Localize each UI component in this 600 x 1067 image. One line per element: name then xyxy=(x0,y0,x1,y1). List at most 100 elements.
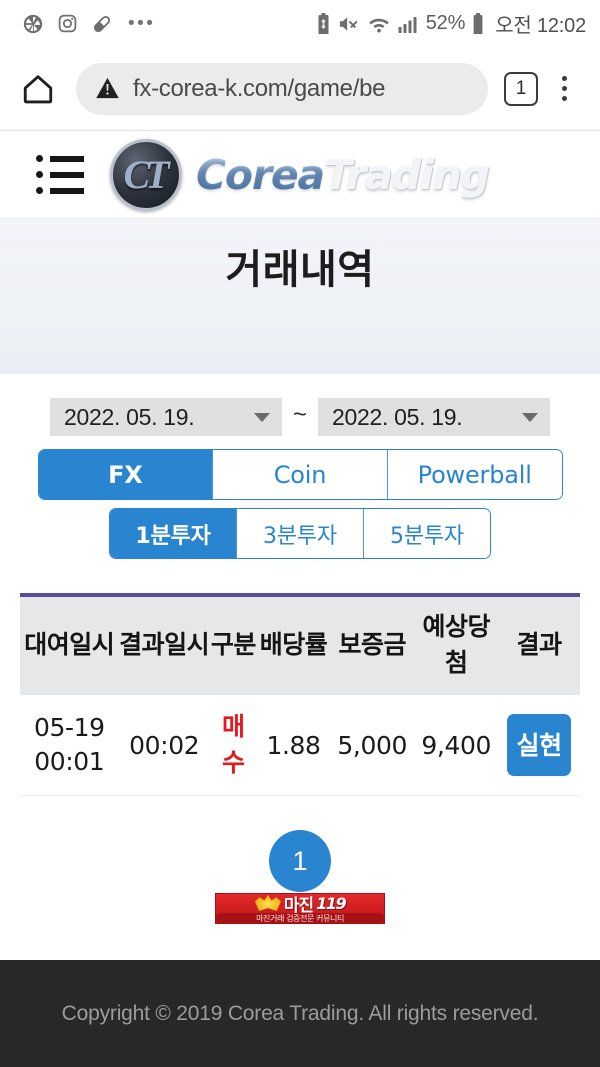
transaction-table-wrapper: 대여일시 결과일시 구분 배당률 보증금 예상당첨 결과 05-19 00:01 xyxy=(20,593,580,796)
status-clock: 오전 12:02 xyxy=(495,15,586,37)
hamburger-row xyxy=(36,187,84,194)
phone-screen: ••• 52% 오전 12:02 fx-corea-k.com/game/be … xyxy=(0,0,600,1067)
ad-tagline: 마진거래 검증전문 커뮤니티 xyxy=(216,912,384,923)
browser-menu-button[interactable] xyxy=(544,67,584,111)
cell-result: 실 현 xyxy=(498,695,580,796)
tab-5min[interactable]: 5분투자 xyxy=(364,509,490,558)
home-icon xyxy=(23,74,53,103)
table-row: 05-19 00:01 00:02 매 수 1.88 5,000 9,400 실… xyxy=(20,695,580,796)
lease-date: 05-19 xyxy=(33,713,105,742)
tab-powerball[interactable]: Powerball xyxy=(387,450,562,499)
logo-word-primary: Corea xyxy=(196,150,325,199)
hamburger-bullet xyxy=(36,155,43,162)
transaction-table: 대여일시 결과일시 구분 배당률 보증금 예상당첨 결과 05-19 00:01 xyxy=(20,593,580,796)
logo-word-secondary: Trading xyxy=(323,150,490,199)
cell-expected-win: 9,400 xyxy=(414,695,499,796)
system-status-icons: 52% 오전 12:02 xyxy=(316,9,586,38)
chevron-down-icon xyxy=(253,412,270,422)
tab-1min[interactable]: 1분투자 xyxy=(110,509,237,558)
logo-badge-icon: CT xyxy=(110,138,182,211)
pill-icon xyxy=(93,15,111,32)
site-menu-button[interactable] xyxy=(36,155,84,194)
logo-monogram: CT xyxy=(123,152,169,197)
th-lease-datetime: 대여일시 xyxy=(20,595,119,695)
tab-coin[interactable]: Coin xyxy=(213,450,388,499)
date-from-select[interactable]: 2022. 05. 19. xyxy=(49,398,282,436)
address-bar[interactable]: fx-corea-k.com/game/be xyxy=(76,62,488,115)
hamburger-bullet xyxy=(36,187,43,194)
page-number-label: 1 xyxy=(292,845,308,876)
cell-lease-datetime: 05-19 00:01 xyxy=(20,695,119,796)
camera-shutter-icon xyxy=(23,14,43,33)
browser-toolbar: fx-corea-k.com/game/be 1 xyxy=(0,47,600,131)
cell-deposit: 5,000 xyxy=(330,695,415,796)
hamburger-bar xyxy=(50,187,84,194)
page-title-band: 거래내역 xyxy=(0,219,600,374)
more-dots-icon: ••• xyxy=(128,12,156,34)
page-title: 거래내역 xyxy=(225,247,375,293)
th-expected-win: 예상당첨 xyxy=(414,595,499,695)
th-result: 결과 xyxy=(498,595,580,695)
table-header-row: 대여일시 결과일시 구분 배당률 보증금 예상당첨 결과 xyxy=(20,595,580,695)
date-from-value: 2022. 05. 19. xyxy=(63,403,195,430)
android-status-bar: ••• 52% 오전 12:02 xyxy=(0,0,600,47)
hamburger-bar xyxy=(50,155,84,162)
cell-signal-icon xyxy=(398,16,417,33)
kind-char-2: 수 xyxy=(222,748,245,777)
game-type-segmented-control: FX Coin Powerball xyxy=(37,449,563,500)
date-range-separator: ~ xyxy=(292,401,307,428)
game-type-tabs: FX Coin Powerball xyxy=(0,449,600,508)
battery-saver-icon xyxy=(318,12,329,34)
date-range-filter: 2022. 05. 19. ~ 2022. 05. 19. xyxy=(0,398,600,436)
hamburger-row xyxy=(36,155,84,162)
tab-fx[interactable]: FX xyxy=(38,450,214,499)
eagle-emblem-icon xyxy=(254,895,281,911)
result-char-2: 현 xyxy=(539,730,562,760)
kebab-dot xyxy=(561,76,567,81)
tab-switcher-button[interactable]: 1 xyxy=(504,71,538,106)
cell-kind: 매 수 xyxy=(209,695,257,796)
th-deposit: 보증금 xyxy=(330,595,415,695)
cell-payout-rate: 1.88 xyxy=(256,695,331,796)
instagram-icon xyxy=(58,14,77,33)
hamburger-bar xyxy=(50,171,84,178)
th-payout-rate: 배당률 xyxy=(256,595,331,695)
mute-icon xyxy=(339,16,358,31)
site-footer: Copyright © 2019 Corea Trading. All righ… xyxy=(0,960,600,1067)
interval-segmented-control: 1분투자 3분투자 5분투자 xyxy=(109,508,491,559)
hamburger-row xyxy=(36,171,84,178)
tab-count-label: 1 xyxy=(515,77,527,99)
wifi-icon xyxy=(368,18,389,32)
logo-wordmark: CoreaTrading xyxy=(196,150,490,199)
date-to-select[interactable]: 2022. 05. 19. xyxy=(318,398,550,436)
interval-tabs: 1분투자 3분투자 5분투자 xyxy=(0,508,600,559)
kebab-dot xyxy=(561,96,567,101)
th-result-datetime: 결과일시 xyxy=(118,595,210,695)
lease-time: 00:01 xyxy=(34,747,105,776)
kind-char-1: 매 xyxy=(222,712,245,741)
copyright-text: Copyright © 2019 Corea Trading. All righ… xyxy=(61,1001,539,1025)
site-logo[interactable]: CT CoreaTrading xyxy=(110,138,490,211)
battery-icon xyxy=(473,12,483,34)
date-to-value: 2022. 05. 19. xyxy=(332,403,463,430)
ad-number-label: 119 xyxy=(316,893,346,913)
ad-banner[interactable]: 마진 119 마진거래 검증전문 커뮤니티 xyxy=(215,893,385,924)
battery-percent-label: 52% xyxy=(425,12,466,34)
tab-3min[interactable]: 3분투자 xyxy=(237,509,364,558)
hamburger-bullet xyxy=(36,171,43,178)
page-button-1[interactable]: 1 xyxy=(269,830,331,892)
pagination: 1 xyxy=(0,830,600,892)
result-char-1: 실 xyxy=(516,730,540,760)
result-realized-button[interactable]: 실 현 xyxy=(507,714,572,776)
th-kind: 구분 xyxy=(209,595,257,695)
url-text[interactable]: fx-corea-k.com/game/be xyxy=(133,75,385,103)
ad-banner-logo: 마진 119 xyxy=(254,893,347,916)
site-header: CT CoreaTrading xyxy=(0,131,600,219)
warning-triangle-icon[interactable] xyxy=(94,75,121,102)
kind-badge-buy: 매 수 xyxy=(210,709,257,781)
main-content: 2022. 05. 19. ~ 2022. 05. 19. FX Coin Po… xyxy=(0,374,600,960)
notification-icons: ••• xyxy=(22,13,155,35)
cell-result-time: 00:02 xyxy=(118,695,210,796)
home-button[interactable] xyxy=(14,65,62,113)
kebab-dot xyxy=(561,86,567,91)
